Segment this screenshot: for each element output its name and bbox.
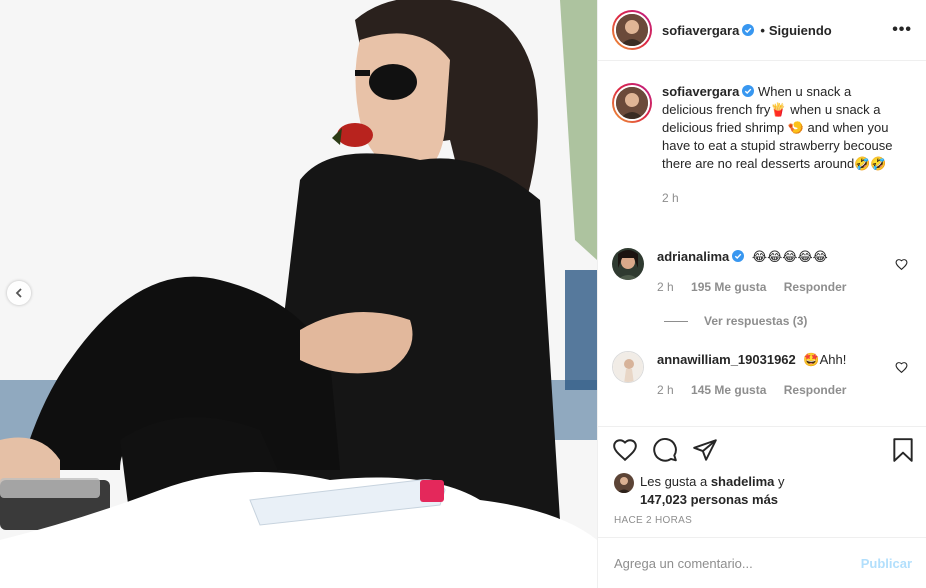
reply-button[interactable]: Responder [784, 383, 847, 397]
chevron-left-icon [15, 288, 22, 298]
likes-summary: Les gusta a shadelima y 147,023 personas… [614, 473, 785, 509]
comment-row: annawilliam_19031962 🤩Ahh! 2 h 145 Me gu… [612, 351, 912, 399]
publish-comment-button[interactable]: Publicar [861, 556, 912, 571]
follow-status-button[interactable]: Siguiendo [769, 23, 832, 38]
verified-badge-icon [742, 85, 755, 97]
comment-body: annawilliam_19031962 🤩Ahh! 2 h 145 Me gu… [657, 351, 860, 399]
comment-likes[interactable]: 145 Me gusta [691, 383, 766, 397]
caption-body: sofiavergara When u snack a delicious fr… [662, 83, 902, 207]
view-replies-label: Ver respuestas (3) [704, 314, 808, 328]
caption-row: sofiavergara When u snack a delicious fr… [612, 83, 912, 207]
likes-text: Les gusta a shadelima y 147,023 personas… [640, 473, 785, 509]
rofl-emoji: 🤣🤣 [854, 156, 887, 171]
caption-time[interactable]: 2 h [662, 191, 679, 205]
comment-username[interactable]: adrianalima [657, 249, 729, 264]
avatar-image [613, 352, 643, 382]
share-paper-plane-icon[interactable] [692, 437, 718, 463]
add-comment-bar: Publicar [598, 537, 926, 588]
comment-time[interactable]: 2 h [657, 280, 674, 294]
reply-button[interactable]: Responder [784, 280, 847, 294]
caption-username[interactable]: sofiavergara [662, 84, 739, 99]
comment-time[interactable]: 2 h [657, 383, 674, 397]
comment-meta: 2 h 195 Me gusta Responder [657, 278, 860, 296]
comment-body: adrianalima 😂😂😂😂😂 2 h 195 Me gusta Respo… [657, 248, 860, 296]
comment-username[interactable]: annawilliam_19031962 [657, 352, 796, 367]
author-username[interactable]: sofiavergara [662, 23, 739, 38]
verified-badge-icon [732, 250, 745, 262]
comments-section: sofiavergara When u snack a delicious fr… [598, 62, 926, 425]
comment-text: 🤩Ahh! [803, 352, 847, 367]
separator-dot: • [760, 22, 765, 38]
comment-text: 😂😂😂😂😂 [751, 249, 828, 264]
post-side-panel: sofiavergara • Siguiendo ••• sofiavergar… [597, 0, 926, 588]
post-header: sofiavergara • Siguiendo ••• [598, 0, 926, 61]
action-icons [612, 437, 916, 463]
verified-badge-icon [742, 24, 755, 36]
commenter-avatar[interactable] [612, 351, 644, 383]
comment-bubble-icon[interactable] [652, 437, 678, 463]
liker-avatar[interactable] [614, 473, 634, 493]
likes-count[interactable]: 147,023 personas más [640, 492, 778, 507]
comment-row: adrianalima 😂😂😂😂😂 2 h 195 Me gusta Respo… [612, 248, 912, 296]
commenter-avatar[interactable] [612, 248, 644, 280]
more-options-icon[interactable]: ••• [892, 21, 912, 39]
save-bookmark-icon[interactable] [890, 437, 916, 463]
caption-avatar[interactable] [612, 83, 652, 123]
comment-likes[interactable]: 195 Me gusta [691, 280, 766, 294]
avatar-image [614, 473, 634, 493]
like-heart-icon[interactable] [612, 437, 638, 463]
view-replies-button[interactable]: Ver respuestas (3) [664, 314, 807, 328]
fries-emoji: 🍟 [770, 102, 787, 117]
author-avatar[interactable] [612, 10, 652, 50]
caption-meta: 2 h [662, 189, 902, 207]
avatar-image [616, 87, 648, 119]
liker-username[interactable]: shadelima [711, 474, 775, 489]
likes-prefix: Les gusta a [640, 474, 711, 489]
avatar-image [612, 248, 644, 280]
like-comment-heart-icon[interactable] [895, 361, 908, 374]
comment-input[interactable] [614, 555, 861, 571]
avatar-image [616, 14, 648, 46]
carousel-prev-button[interactable] [7, 281, 31, 305]
like-comment-heart-icon[interactable] [895, 258, 908, 271]
shrimp-emoji: 🍤 [787, 120, 804, 135]
likes-and: y [774, 474, 785, 489]
comment-meta: 2 h 145 Me gusta Responder [657, 381, 860, 399]
post-timestamp[interactable]: HACE 2 HORAS [614, 515, 692, 526]
replies-divider [664, 320, 688, 322]
post-photo [0, 0, 597, 588]
post-image[interactable] [0, 0, 597, 588]
